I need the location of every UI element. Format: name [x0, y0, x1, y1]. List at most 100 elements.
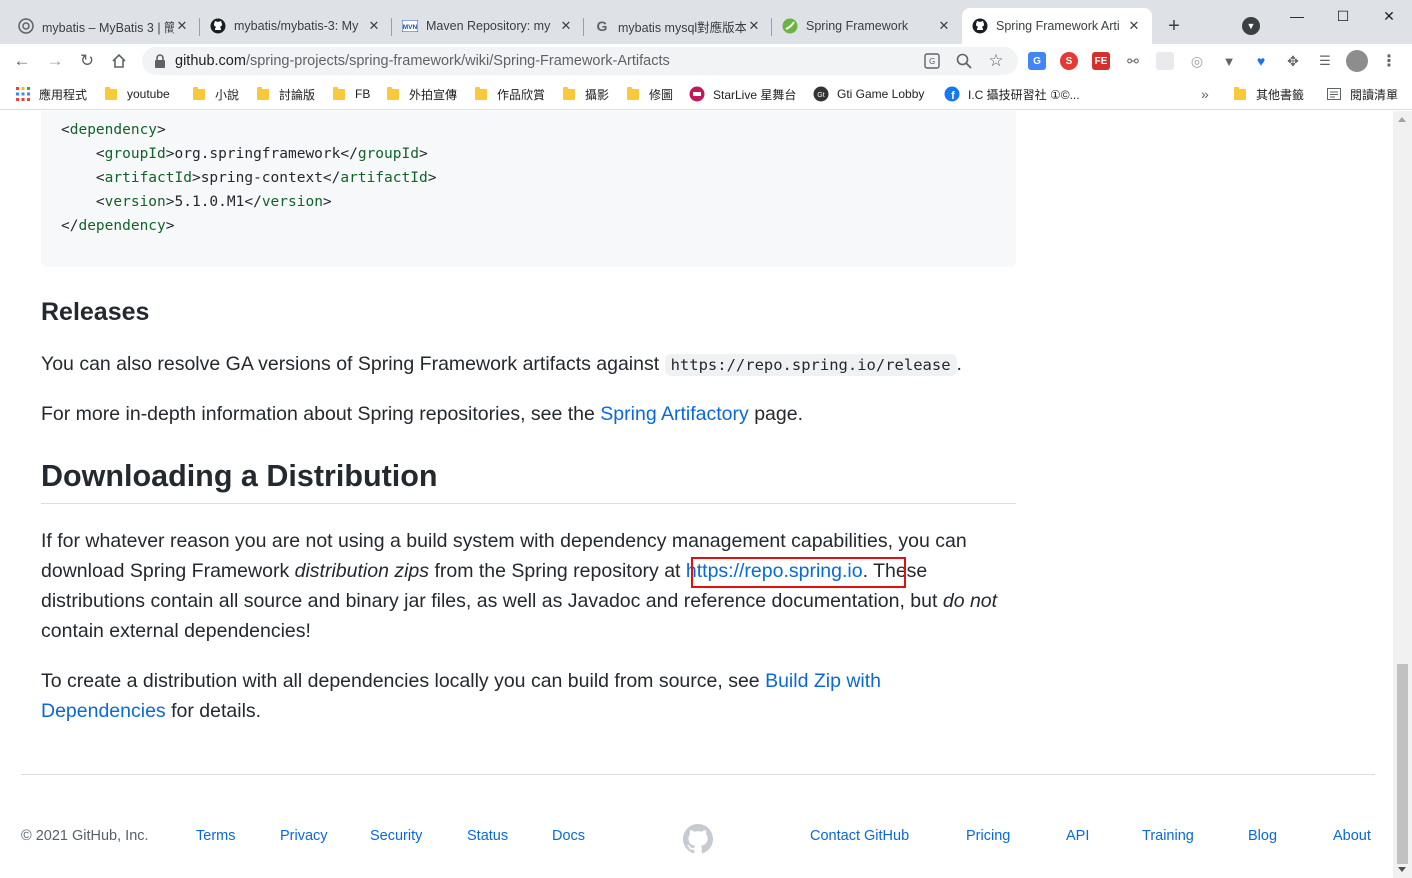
maximize-button[interactable]: ☐	[1320, 4, 1366, 28]
puzzle-icon[interactable]: ✥	[1284, 52, 1302, 70]
close-icon[interactable]: ✕	[746, 18, 762, 34]
close-icon[interactable]: ✕	[174, 18, 190, 34]
tab-title: mybatis – MyBatis 3 | 簡	[42, 20, 174, 35]
footer-link-pricing[interactable]: Pricing	[966, 828, 1010, 844]
fe-extension-icon[interactable]: FE	[1092, 52, 1110, 70]
download-heading: Downloading a Distribution	[41, 459, 438, 493]
forward-icon[interactable]: →	[42, 48, 68, 74]
tab-maven[interactable]: MVN Maven Repository: my ✕	[392, 8, 584, 44]
folder-icon	[1234, 86, 1246, 100]
home-icon[interactable]	[106, 48, 132, 74]
window-close-button[interactable]: ✕	[1366, 4, 1412, 28]
tab-mybatis[interactable]: mybatis – MyBatis 3 | 簡 ✕	[8, 8, 200, 44]
tab-title: mybatis/mybatis-3: My	[234, 19, 359, 33]
page-scrollbar[interactable]	[1393, 111, 1412, 878]
bookmark-photo[interactable]: 攝影	[563, 85, 609, 103]
tab-mybatis-github[interactable]: mybatis/mybatis-3: My ✕	[200, 8, 392, 44]
code-token: dependency	[78, 218, 166, 234]
bookmark-apps[interactable]: 應用程式	[15, 85, 87, 103]
svg-text:G: G	[929, 57, 935, 66]
download-paragraph-1-line-4: contain external dependencies!	[41, 620, 311, 642]
address-bar[interactable]: github.com/spring-projects/spring-framew…	[142, 47, 1018, 75]
bookmark-label: I.C 攝技研習社 ①©...	[968, 87, 1080, 102]
emphasis-text: distribution zips	[294, 560, 430, 582]
bookmark-ic[interactable]: f I.C 攝技研習社 ①©...	[944, 85, 1080, 103]
tab-google[interactable]: G mybatis mysql對應版本 ✕	[584, 8, 772, 44]
download-paragraph-2-line-2: Dependencies for details.	[41, 696, 261, 726]
footer-link-status[interactable]: Status	[467, 828, 508, 844]
scroll-down-icon[interactable]	[1398, 867, 1406, 872]
footer-link-privacy[interactable]: Privacy	[280, 828, 328, 844]
folder-icon	[257, 86, 269, 100]
code-block: <dependency> <groupId>org.springframewor…	[41, 111, 1016, 267]
bookmark-starlive[interactable]: StarLive 星舞台	[689, 85, 796, 103]
github-icon	[210, 18, 226, 34]
lock-icon[interactable]	[154, 54, 168, 68]
media-icon[interactable]: ☰	[1316, 52, 1334, 70]
bookmark-retouch[interactable]: 修圖	[627, 85, 673, 103]
tab-spring-artifacts-active[interactable]: Spring Framework Arti ✕	[962, 8, 1152, 44]
star-icon[interactable]: ☆	[988, 51, 1004, 70]
bookmark-forum[interactable]: 討論版	[257, 85, 315, 103]
svg-text:f: f	[951, 90, 955, 102]
scroll-up-icon[interactable]	[1398, 117, 1406, 122]
new-tab-button[interactable]: +	[1162, 14, 1186, 38]
bookmark-label: 作品欣賞	[497, 87, 546, 102]
close-icon[interactable]: ✕	[936, 18, 952, 34]
bookmark-other[interactable]: 其他書籤	[1234, 85, 1304, 103]
footer-link-training[interactable]: Training	[1142, 828, 1194, 844]
more-bookmarks-button[interactable]: »	[1201, 85, 1209, 103]
menu-icon[interactable]: ⋮	[1380, 52, 1398, 70]
reload-icon[interactable]: ↻	[74, 48, 100, 74]
paragraph-text: download Spring Framework	[41, 560, 295, 582]
footer-link-blog[interactable]: Blog	[1248, 828, 1277, 844]
google-translate-extension-icon[interactable]: G	[1028, 52, 1046, 70]
heading-divider	[41, 503, 1016, 504]
url-text[interactable]: github.com/spring-projects/spring-framew…	[175, 53, 670, 69]
code-text: <dependency> <groupId>org.springframewor…	[61, 122, 437, 234]
translate-icon[interactable]: G	[924, 53, 940, 69]
folder-icon	[105, 86, 117, 100]
minimize-button[interactable]: —	[1274, 4, 1320, 28]
bookmark-works[interactable]: 作品欣賞	[475, 85, 545, 103]
folder-icon	[563, 86, 575, 100]
circle-extension-icon[interactable]: ◎	[1188, 52, 1206, 70]
bookmark-fb[interactable]: FB	[333, 85, 370, 103]
build-zip-link[interactable]: Dependencies	[41, 700, 166, 722]
footer-link-contact[interactable]: Contact GitHub	[810, 828, 909, 844]
close-icon[interactable]: ✕	[1126, 18, 1142, 34]
zoom-icon[interactable]	[956, 53, 972, 69]
scrollbar-thumb[interactable]	[1397, 664, 1408, 864]
avatar[interactable]	[1346, 50, 1368, 72]
bookmark-reading-list[interactable]: 閱讀清單	[1326, 85, 1398, 103]
footer-link-security[interactable]: Security	[370, 828, 422, 844]
footer-link-docs[interactable]: Docs	[552, 828, 585, 844]
heart-extension-icon[interactable]: ♥	[1252, 52, 1270, 70]
google-icon: G	[594, 18, 610, 34]
build-zip-link[interactable]: Build Zip with	[765, 670, 881, 692]
footer-divider	[21, 774, 1375, 775]
paragraph-text: .	[956, 353, 962, 375]
back-icon[interactable]: ←	[9, 48, 35, 74]
bookmark-youtube[interactable]: youtube	[105, 85, 170, 103]
close-icon[interactable]: ✕	[366, 18, 382, 34]
spring-artifactory-link[interactable]: Spring Artifactory	[600, 403, 748, 425]
grid-extension-icon[interactable]	[1156, 52, 1174, 70]
bookmark-gti[interactable]: Gt Gti Game Lobby	[813, 85, 924, 103]
download-paragraph-1-line-3: distributions contain all source and bin…	[41, 586, 997, 616]
bookmark-outdoor[interactable]: 外拍宣傳	[387, 85, 457, 103]
s-extension-icon[interactable]: S	[1060, 52, 1078, 70]
tab-spring[interactable]: Spring Framework ✕	[772, 8, 962, 44]
footer-link-terms[interactable]: Terms	[196, 828, 235, 844]
footer-link-api[interactable]: API	[1066, 828, 1089, 844]
footer-link-about[interactable]: About	[1333, 828, 1371, 844]
tab-search-icon[interactable]: ▼	[1242, 17, 1260, 35]
link-extension-icon[interactable]: ⚯	[1124, 52, 1142, 70]
close-icon[interactable]: ✕	[558, 18, 574, 34]
bookmark-novel[interactable]: 小說	[193, 85, 239, 103]
code-token: version	[104, 194, 166, 210]
github-logo-icon[interactable]	[683, 824, 713, 854]
v-extension-icon[interactable]: ▼	[1220, 52, 1238, 70]
paragraph-text: For more in-depth information about Spri…	[41, 403, 601, 425]
tab-title: Spring Framework Arti	[996, 19, 1120, 33]
